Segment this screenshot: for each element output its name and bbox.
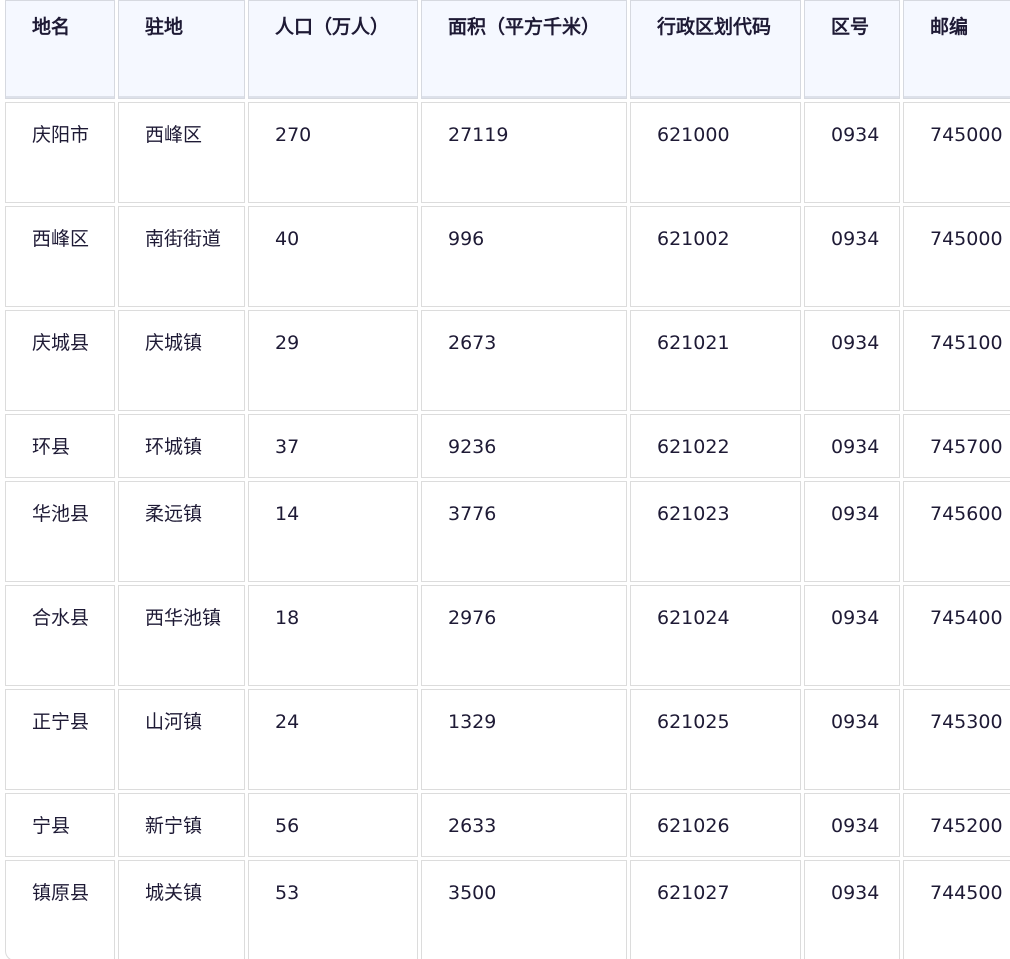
table-cell: 2976 xyxy=(421,585,627,686)
table-cell: 0934 xyxy=(804,689,900,790)
column-header: 邮编 xyxy=(903,0,1010,99)
table-cell: 宁县 xyxy=(5,793,115,857)
table-cell: 996 xyxy=(421,206,627,307)
table-row: 庆城县 庆城镇 29 2673 621021 0934 745100 xyxy=(5,310,1010,411)
table-cell: 0934 xyxy=(804,860,900,959)
table-cell: 621000 xyxy=(630,102,801,203)
table-cell: 西华池镇 xyxy=(118,585,245,686)
table-cell: 环县 xyxy=(5,414,115,478)
region-data-table: 地名 驻地 人口（万人） 面积（平方千米） 行政区划代码 区号 邮编 庆阳市 西… xyxy=(2,0,1010,959)
table-cell: 0934 xyxy=(804,206,900,307)
table-cell: 745200 xyxy=(903,793,1010,857)
column-header: 驻地 xyxy=(118,0,245,99)
table-cell: 745700 xyxy=(903,414,1010,478)
data-table-container: 地名 驻地 人口（万人） 面积（平方千米） 行政区划代码 区号 邮编 庆阳市 西… xyxy=(0,0,1010,959)
table-cell: 2633 xyxy=(421,793,627,857)
column-header: 区号 xyxy=(804,0,900,99)
table-header-row: 地名 驻地 人口（万人） 面积（平方千米） 行政区划代码 区号 邮编 xyxy=(5,0,1010,99)
table-cell: 柔远镇 xyxy=(118,481,245,582)
table-row: 镇原县 城关镇 53 3500 621027 0934 744500 xyxy=(5,860,1010,959)
table-cell: 745000 xyxy=(903,102,1010,203)
table-cell: 14 xyxy=(248,481,418,582)
table-cell: 24 xyxy=(248,689,418,790)
table-cell: 9236 xyxy=(421,414,627,478)
table-cell: 621027 xyxy=(630,860,801,959)
table-cell: 621022 xyxy=(630,414,801,478)
table-cell: 40 xyxy=(248,206,418,307)
table-row: 正宁县 山河镇 24 1329 621025 0934 745300 xyxy=(5,689,1010,790)
table-cell: 城关镇 xyxy=(118,860,245,959)
table-cell: 正宁县 xyxy=(5,689,115,790)
table-cell: 37 xyxy=(248,414,418,478)
table-cell: 621023 xyxy=(630,481,801,582)
column-header: 人口（万人） xyxy=(248,0,418,99)
table-cell: 56 xyxy=(248,793,418,857)
table-cell: 镇原县 xyxy=(5,860,115,959)
table-cell: 29 xyxy=(248,310,418,411)
table-cell: 0934 xyxy=(804,585,900,686)
table-cell: 53 xyxy=(248,860,418,959)
table-cell: 745400 xyxy=(903,585,1010,686)
table-row: 庆阳市 西峰区 270 27119 621000 0934 745000 xyxy=(5,102,1010,203)
table-cell: 西峰区 xyxy=(118,102,245,203)
table-cell: 745600 xyxy=(903,481,1010,582)
table-cell: 621002 xyxy=(630,206,801,307)
table-cell: 745000 xyxy=(903,206,1010,307)
table-cell: 621026 xyxy=(630,793,801,857)
column-header: 面积（平方千米） xyxy=(421,0,627,99)
table-cell: 3500 xyxy=(421,860,627,959)
table-cell: 华池县 xyxy=(5,481,115,582)
table-cell: 庆城镇 xyxy=(118,310,245,411)
table-row: 宁县 新宁镇 56 2633 621026 0934 745200 xyxy=(5,793,1010,857)
table-cell: 270 xyxy=(248,102,418,203)
table-row: 合水县 西华池镇 18 2976 621024 0934 745400 xyxy=(5,585,1010,686)
table-cell: 1329 xyxy=(421,689,627,790)
table-cell: 27119 xyxy=(421,102,627,203)
table-cell: 0934 xyxy=(804,481,900,582)
table-cell: 744500 xyxy=(903,860,1010,959)
table-cell: 西峰区 xyxy=(5,206,115,307)
table-cell: 南街街道 xyxy=(118,206,245,307)
table-cell: 0934 xyxy=(804,414,900,478)
column-header: 行政区划代码 xyxy=(630,0,801,99)
table-cell: 2673 xyxy=(421,310,627,411)
table-cell: 山河镇 xyxy=(118,689,245,790)
table-cell: 环城镇 xyxy=(118,414,245,478)
table-cell: 新宁镇 xyxy=(118,793,245,857)
table-cell: 0934 xyxy=(804,102,900,203)
table-row: 华池县 柔远镇 14 3776 621023 0934 745600 xyxy=(5,481,1010,582)
table-cell: 745100 xyxy=(903,310,1010,411)
table-cell: 745300 xyxy=(903,689,1010,790)
table-cell: 庆城县 xyxy=(5,310,115,411)
table-cell: 3776 xyxy=(421,481,627,582)
table-cell: 0934 xyxy=(804,793,900,857)
table-row: 西峰区 南街街道 40 996 621002 0934 745000 xyxy=(5,206,1010,307)
table-cell: 18 xyxy=(248,585,418,686)
table-cell: 庆阳市 xyxy=(5,102,115,203)
table-cell: 合水县 xyxy=(5,585,115,686)
column-header: 地名 xyxy=(5,0,115,99)
table-row: 环县 环城镇 37 9236 621022 0934 745700 xyxy=(5,414,1010,478)
table-cell: 621024 xyxy=(630,585,801,686)
table-cell: 621021 xyxy=(630,310,801,411)
table-cell: 621025 xyxy=(630,689,801,790)
table-cell: 0934 xyxy=(804,310,900,411)
